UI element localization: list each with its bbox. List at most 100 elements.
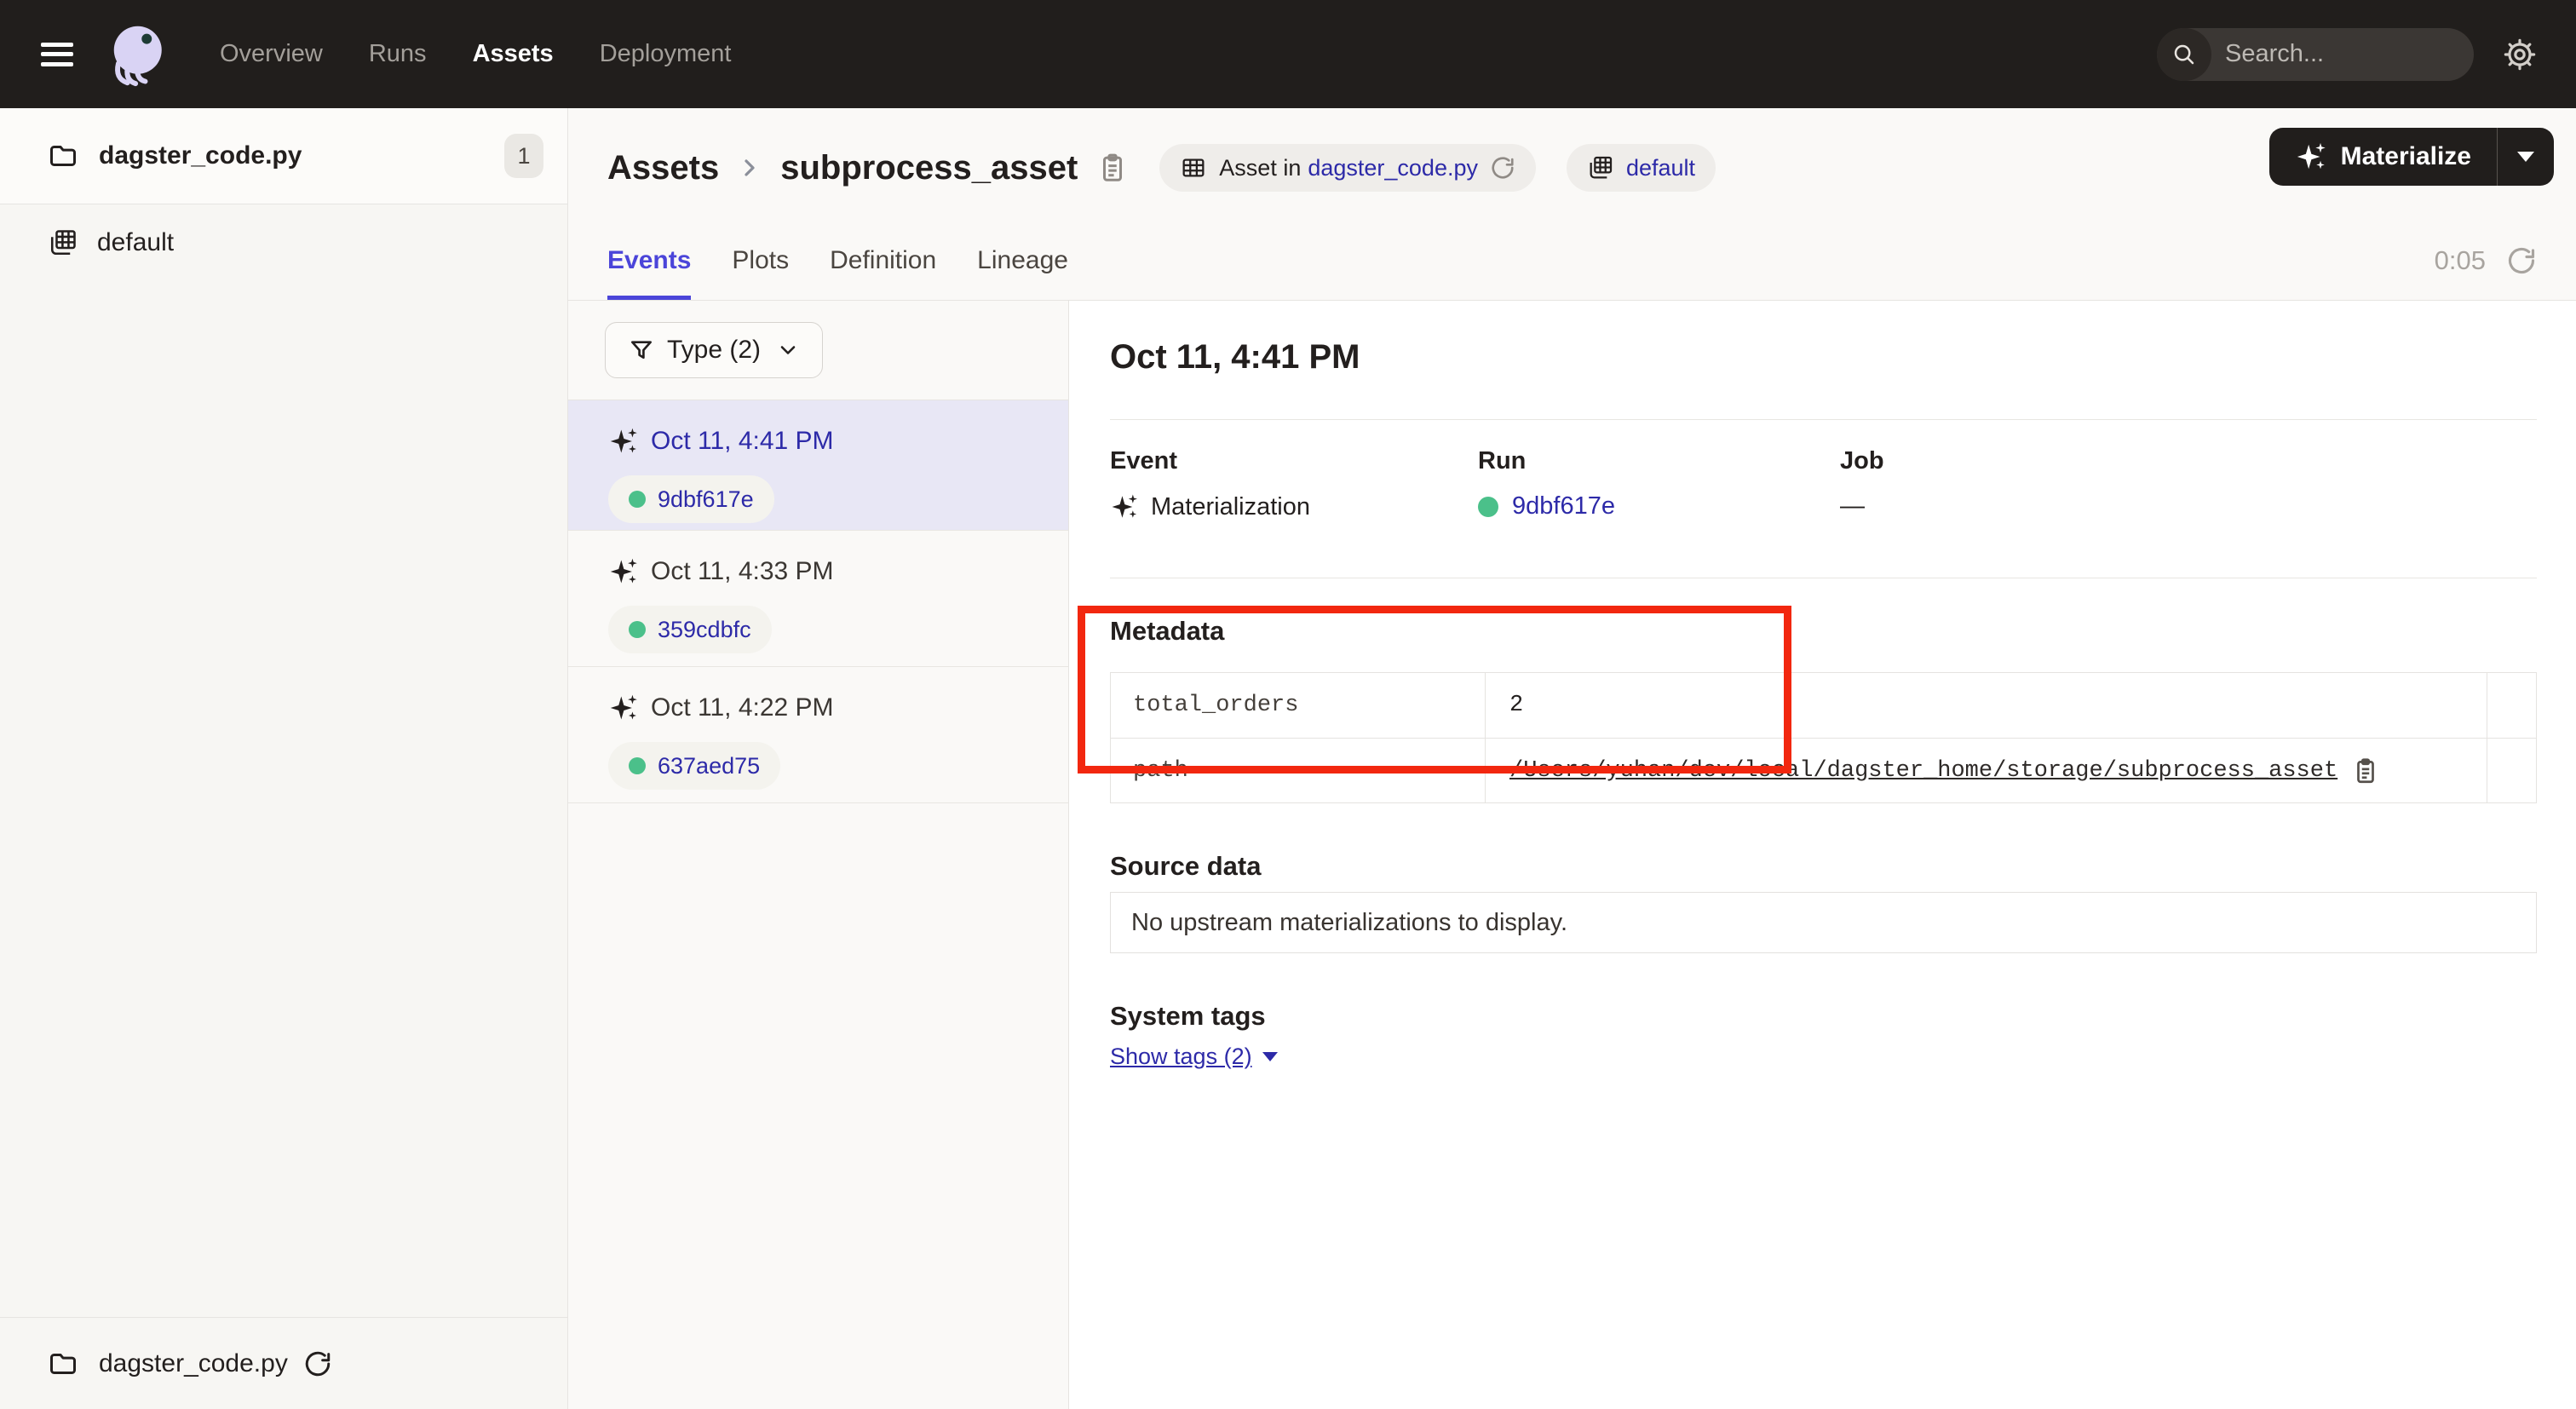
asset-group-badge: default [1567,144,1716,192]
refresh-countdown: 0:05 [2435,245,2486,276]
materialize-dropdown-button[interactable] [2498,128,2554,186]
folder-icon [48,1349,78,1379]
run-status-dot [629,491,646,508]
run-id-link: 637aed75 [658,753,760,779]
event-timestamp-link[interactable]: Oct 11, 4:33 PM [651,557,834,586]
folder-icon [48,141,78,171]
show-tags-toggle[interactable]: Show tags (2) [1110,1044,1278,1070]
metadata-heading: Metadata [1110,616,2537,647]
run-status-dot [629,621,646,638]
table-row: total_orders 2 [1111,673,2536,738]
bottom-code-location-label: dagster_code.py [99,1349,288,1378]
search-icon [2157,28,2211,81]
source-data-heading: Source data [1110,851,2537,882]
materialization-sparkle-icon [608,556,639,587]
asset-location-badge: Asset in dagster_code.py [1159,144,1536,192]
primary-nav: Overview Runs Assets Deployment [220,40,731,68]
event-timestamp-link[interactable]: Oct 11, 4:41 PM [651,427,834,456]
nav-item-overview[interactable]: Overview [220,40,323,68]
materialization-sparkle-icon [1110,492,1139,521]
event-list-item[interactable]: Oct 11, 4:33 PM 359cdbfc [568,531,1068,667]
metadata-key: total_orders [1111,673,1486,738]
tab-lineage[interactable]: Lineage [977,246,1068,300]
main-panel: Assets subprocess_asset [568,108,2576,1409]
asset-name: subprocess_asset [780,149,1078,187]
run-chip[interactable]: 359cdbfc [608,606,772,653]
type-filter-button[interactable]: Type (2) [605,322,823,378]
event-detail-title: Oct 11, 4:41 PM [1110,338,2537,377]
code-location-link[interactable]: dagster_code.py [1308,155,1478,181]
funnel-icon [628,336,655,364]
run-chip[interactable]: 9dbf617e [608,475,774,523]
dagster-logo[interactable] [101,19,172,90]
asset-in-text: Asset in [1219,155,1301,181]
search-input[interactable] [2211,40,2474,68]
table-end-cell [2487,739,2536,802]
run-chip[interactable]: 637aed75 [608,742,780,790]
metadata-table: total_orders 2 path /Users/yuhan/dev/loc… [1110,672,2537,803]
chevron-down-icon [776,338,800,362]
event-type-value: Materialization [1151,493,1310,521]
sidebar-item-code-location[interactable]: dagster_code.py 1 [0,108,567,204]
metadata-key: path [1111,739,1486,802]
refresh-icon[interactable] [2506,245,2537,276]
gear-icon[interactable] [2503,37,2537,72]
caret-down-icon [1262,1052,1278,1061]
type-filter-label: Type (2) [667,336,761,365]
badge-reload-icon[interactable] [1490,155,1515,181]
chevron-right-icon [736,154,763,181]
asset-header: Assets subprocess_asset [568,108,2576,301]
metadata-value: 2 [1509,693,1523,718]
show-tags-label: Show tags (2) [1110,1044,1252,1070]
search-box[interactable]: / [2157,28,2474,81]
group-link[interactable]: default [1626,155,1695,181]
system-tags-heading: System tags [1110,1001,2537,1032]
metadata-path-link[interactable]: /Users/yuhan/dev/local/dagster_home/stor… [1509,758,2337,784]
tab-plots[interactable]: Plots [732,246,789,300]
run-id-link[interactable]: 9dbf617e [1512,492,1615,520]
run-id-link: 359cdbfc [658,617,751,643]
event-list-item[interactable]: Oct 11, 4:41 PM 9dbf617e [568,400,1068,531]
nav-item-deployment[interactable]: Deployment [600,40,732,68]
materialization-sparkle-icon [608,426,639,457]
event-label: Event [1110,447,1478,475]
asset-tabs: Events Plots Definition Lineage 0:05 [607,245,2537,300]
run-status-dot [629,757,646,774]
top-nav: Overview Runs Assets Deployment / [0,0,2576,108]
copy-asset-name-icon[interactable] [1096,152,1129,184]
caret-down-icon [2517,152,2534,162]
nav-item-runs[interactable]: Runs [369,40,427,68]
asset-count-badge: 1 [504,134,543,178]
materialization-sparkle-icon [608,693,639,723]
run-label: Run [1478,447,1840,475]
group-label: default [97,228,174,257]
reload-code-location-icon[interactable] [303,1349,332,1378]
breadcrumb-assets-link[interactable]: Assets [607,149,719,187]
sidebar-item-group-default[interactable]: default [0,204,567,281]
nav-item-assets[interactable]: Assets [473,40,554,68]
asset-grid-icon [1180,154,1207,181]
source-data-empty-message: No upstream materializations to display. [1110,892,2537,953]
sparkle-icon [2295,141,2327,173]
materialize-split-button: Materialize [2269,128,2554,186]
asset-group-icon [48,227,78,258]
run-status-dot [1478,497,1498,517]
materialize-button[interactable]: Materialize [2269,141,2497,173]
table-row: path /Users/yuhan/dev/local/dagster_home… [1111,738,2536,802]
table-end-cell [2487,673,2536,738]
materialize-label: Materialize [2341,142,2471,171]
events-list-panel: Type (2) Oct 11, 4:41 PM [568,301,1069,1409]
code-location-label: dagster_code.py [99,141,302,170]
event-detail-panel: Oct 11, 4:41 PM Event Materialization [1069,301,2576,1409]
event-list-item[interactable]: Oct 11, 4:22 PM 637aed75 [568,667,1068,803]
sidebar: dagster_code.py 1 default dagster_code.p… [0,108,568,1409]
tab-events[interactable]: Events [607,246,691,300]
tab-definition[interactable]: Definition [830,246,936,300]
hamburger-menu-icon[interactable] [41,43,73,66]
group-grid-icon [1587,154,1614,181]
job-value: — [1840,492,1865,520]
run-id-link: 9dbf617e [658,486,754,513]
event-timestamp-link[interactable]: Oct 11, 4:22 PM [651,693,834,722]
sidebar-bottom-code-location[interactable]: dagster_code.py [0,1317,567,1409]
copy-path-icon[interactable] [2351,756,2380,785]
